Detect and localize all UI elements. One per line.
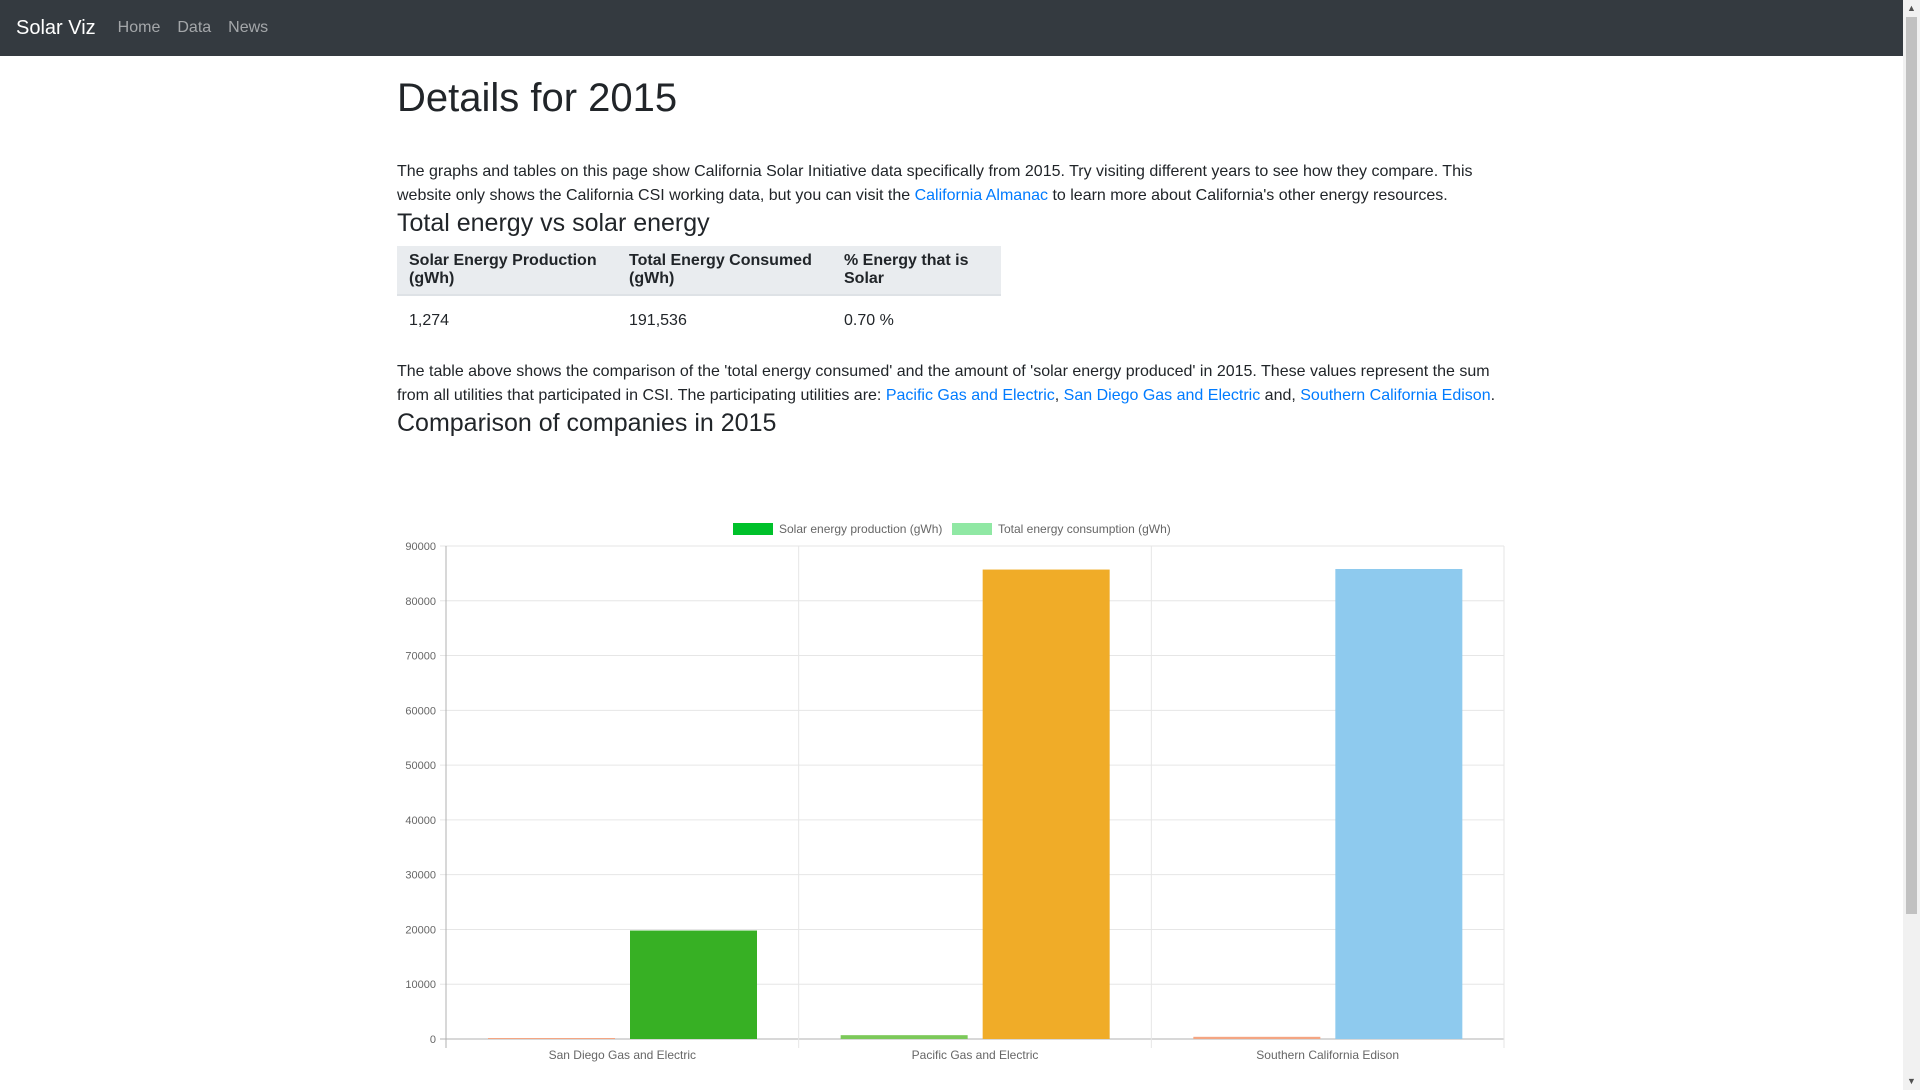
main-container: Details for 2015 The graphs and tables o… [397, 56, 1507, 438]
legend-swatch [952, 523, 992, 535]
percent-solar-header: % Energy that is Solar [832, 246, 1001, 296]
bar-total [1335, 569, 1463, 1039]
bar-solar [840, 1035, 968, 1039]
california-almanac-link[interactable]: California Almanac [915, 187, 1048, 204]
bar-total [630, 930, 757, 1039]
page-title: Details for 2015 [397, 76, 678, 120]
energy-section-heading: Total energy vs solar energy [397, 209, 710, 237]
total-consumed-header: Total Energy Consumed (gWh) [617, 246, 832, 296]
energy-table: Solar Energy Production (gWh) Total Ener… [397, 246, 1001, 346]
period-text: . [1490, 387, 1496, 404]
y-tick-label: 80000 [405, 596, 436, 608]
pacific-gas-link[interactable]: Pacific Gas and Electric [886, 387, 1055, 404]
y-tick-label: 60000 [405, 705, 436, 717]
table-description-paragraph: The table above shows the comparison of … [397, 360, 1507, 408]
y-tick-label: 50000 [405, 760, 436, 772]
y-tick-label: 30000 [405, 870, 436, 882]
scroll-up-arrow-icon[interactable]: ▲ [1903, 0, 1920, 17]
intro-paragraph: The graphs and tables on this page show … [397, 160, 1507, 208]
total-consumed-cell: 191,536 [629, 312, 687, 329]
table-row: 1,274 191,536 0.70 % [397, 295, 1001, 346]
scroll-thumb[interactable] [1906, 17, 1917, 914]
solar-production-cell: 1,274 [409, 312, 450, 329]
separator-text: and, [1260, 387, 1301, 404]
x-tick-label: Southern California Edison [1256, 1048, 1399, 1062]
y-tick-label: 90000 [405, 541, 436, 553]
x-tick-label: San Diego Gas and Electric [549, 1048, 696, 1062]
solar-production-header: Solar Energy Production (gWh) [397, 246, 617, 296]
legend-label: Total energy consumption (gWh) [998, 522, 1171, 536]
scroll-down-arrow-icon[interactable]: ▼ [1903, 1073, 1920, 1090]
legend-label: Solar energy production (gWh) [779, 522, 942, 536]
nav-news-link[interactable]: News [228, 19, 268, 37]
y-tick-label: 70000 [405, 651, 436, 663]
brand-link[interactable]: Solar Viz [16, 17, 96, 40]
san-diego-gas-link[interactable]: San Diego Gas and Electric [1064, 387, 1261, 404]
bar-solar [1193, 1036, 1321, 1039]
separator-text: , [1054, 387, 1064, 404]
y-tick-label: 10000 [405, 979, 436, 991]
y-tick-label: 0 [430, 1034, 436, 1046]
table-header-row: Solar Energy Production (gWh) Total Ener… [397, 246, 1001, 296]
comparison-section-heading: Comparison of companies in 2015 [397, 409, 777, 437]
navbar: Solar Viz Home Data News [0, 0, 1903, 56]
southern-california-edison-link[interactable]: Southern California Edison [1300, 387, 1490, 404]
percent-solar-cell: 0.70 % [844, 312, 894, 329]
nav-data-link[interactable]: Data [177, 19, 211, 37]
y-tick-label: 40000 [405, 815, 436, 827]
legend-swatch [733, 523, 773, 535]
bar-total [982, 569, 1110, 1039]
x-tick-label: Pacific Gas and Electric [912, 1048, 1039, 1062]
nav-home-link[interactable]: Home [118, 19, 161, 37]
y-tick-label: 20000 [405, 924, 436, 936]
page-scrollbar[interactable]: ▲ ▼ [1903, 0, 1920, 1090]
bar-solar [488, 1038, 615, 1039]
company-comparison-chart: 0 10000 20000 30000 40000 50000 60000 70000 8000… [405, 522, 1505, 1062]
intro-text-part2: to learn more about California's other e… [1048, 187, 1448, 204]
